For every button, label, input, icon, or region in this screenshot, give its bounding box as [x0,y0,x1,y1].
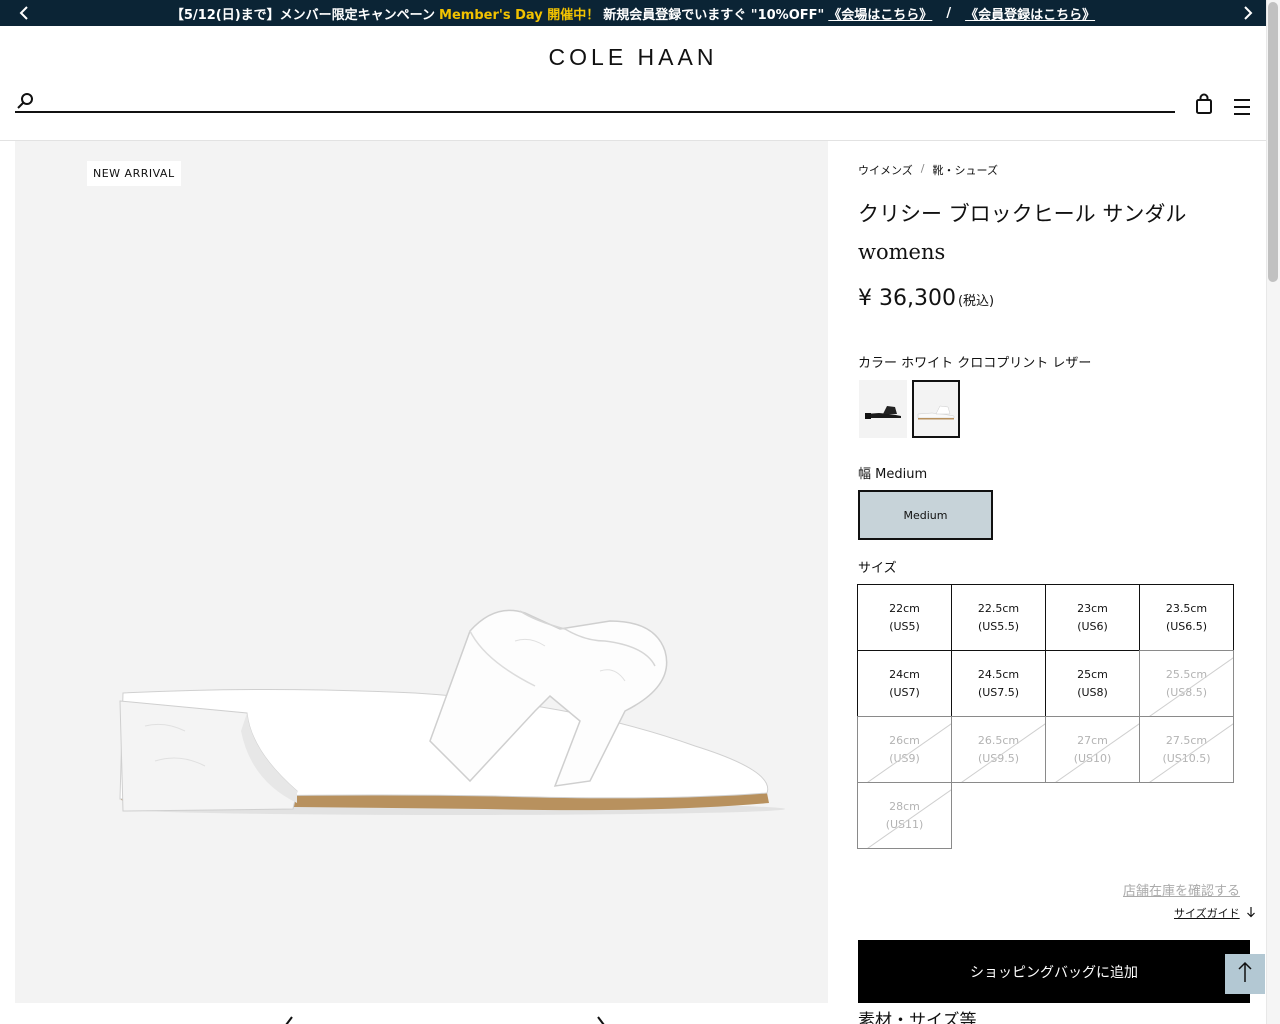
breadcrumb: ウイメンズ / 靴・シューズ [858,162,998,178]
size-us: (US10) [1073,751,1112,765]
size-option[interactable]: 22.5cm (US5.5) [951,584,1046,651]
size-option[interactable]: 23.5cm (US6.5) [1139,584,1234,651]
size-cm: 27.5cm [1165,733,1208,747]
material-size-heading[interactable]: 素材・サイズ等 [858,1006,977,1024]
size-cm: 23.5cm [1165,601,1208,615]
size-guide-label: サイズガイド [1174,907,1240,920]
search-input[interactable] [15,111,1175,113]
announcement-separator: / [946,5,952,21]
hamburger-menu-icon[interactable] [1232,98,1252,116]
size-us: (US10.5) [1162,751,1211,765]
arrow-up-icon [1237,961,1253,987]
size-option[interactable]: 24.5cm (US7.5) [951,650,1046,717]
announcement-offer: 新規会員登録でいますぐ "10%OFF" [603,7,825,23]
product-price: ¥ 36,300 (税込) [858,286,994,311]
size-label: サイズ [858,561,897,576]
size-option: 26cm (US9) [857,716,952,783]
size-us: (US8.5) [1165,685,1208,699]
size-us: (US5) [889,619,920,633]
store-stock-link[interactable]: 店舗在庫を確認する [1123,880,1240,899]
size-us: (US7.5) [977,685,1020,699]
price-value: ¥ 36,300 [858,286,956,311]
announcement-text: 【5/12(日)まで】メンバー限定キャンペーン [170,7,436,23]
size-option: 25.5cm (US8.5) [1139,650,1234,717]
size-us: (US9) [889,751,920,765]
scrollbar-thumb[interactable] [1268,2,1278,282]
size-cm: 25cm [1077,667,1108,681]
add-to-bag-button[interactable]: ショッピングバッグに追加 [858,940,1250,1003]
size-cm: 28cm [889,799,920,813]
size-option: 28cm (US11) [857,782,952,849]
breadcrumb-item-shoes[interactable]: 靴・シューズ [933,162,998,178]
size-cm: 26.5cm [977,733,1020,747]
product-title-gender: womens [858,240,946,264]
color-label: カラー ホワイト クロコプリント レザー [858,356,1092,371]
tax-note: (税込) [957,294,995,309]
product-title-name: クリシー ブロックヒール サンダル [858,202,1187,226]
size-cm: 23cm [1077,601,1108,615]
width-option-medium[interactable]: Medium [858,490,993,540]
chevron-left-icon[interactable] [14,3,34,23]
breadcrumb-item-womens[interactable]: ウイメンズ [858,162,913,178]
size-grid: 22cm (US5) 22.5cm (US5.5) 23cm (US6) 23.5cm (US… [857,584,1234,849]
size-cm: 24cm [889,667,920,681]
site-logo[interactable]: COLE HAAN [540,44,726,71]
width-label: 幅 Medium [858,467,928,482]
size-cm: 24.5cm [977,667,1020,681]
chevron-right-icon[interactable] [592,1012,608,1024]
size-us: (US6.5) [1165,619,1208,633]
color-swatch-white[interactable] [912,380,960,438]
size-us: (US7) [889,685,920,699]
size-cm: 27cm [1077,733,1108,747]
announcement-highlight: Member's Day 開催中！ [439,7,600,23]
size-option[interactable]: 23cm (US6) [1045,584,1140,651]
size-cm: 22.5cm [977,601,1020,615]
size-option: 27.5cm (US10.5) [1139,716,1234,783]
size-cm: 25.5cm [1165,667,1208,681]
breadcrumb-separator: / [920,162,925,175]
chevron-left-icon[interactable] [282,1012,298,1024]
color-swatch-black[interactable] [859,380,907,438]
product-title: クリシー ブロックヒール サンダル womens [858,195,1238,271]
size-option[interactable]: 25cm (US8) [1045,650,1140,717]
venue-link[interactable]: 《会場はこちら》 [828,4,932,23]
back-to-top-button[interactable] [1225,954,1265,994]
size-option: 26.5cm (US9.5) [951,716,1046,783]
announcement-bar: 【5/12(日)まで】メンバー限定キャンペーン Member's Day 開催中… [0,0,1266,26]
register-link[interactable]: 《会員登録はこちら》 [965,4,1095,23]
size-us: (US8) [1077,685,1108,699]
size-option[interactable]: 24cm (US7) [857,650,952,717]
arrow-down-icon [1246,906,1256,921]
product-image-panel[interactable]: NEW ARRIVAL [15,141,828,1003]
size-cm: 22cm [889,601,920,615]
size-us: (US6) [1077,619,1108,633]
size-us: (US9.5) [977,751,1020,765]
size-option[interactable]: 22cm (US5) [857,584,952,651]
size-guide-link[interactable]: サイズガイド [1174,905,1256,921]
size-us: (US11) [885,817,924,831]
size-us: (US5.5) [977,619,1020,633]
search-icon[interactable] [16,92,36,112]
shopping-bag-icon[interactable] [1194,93,1214,115]
product-image [119,609,785,815]
size-option: 27cm (US10) [1045,716,1140,783]
size-cm: 26cm [889,733,920,747]
chevron-right-icon[interactable] [1238,3,1258,23]
